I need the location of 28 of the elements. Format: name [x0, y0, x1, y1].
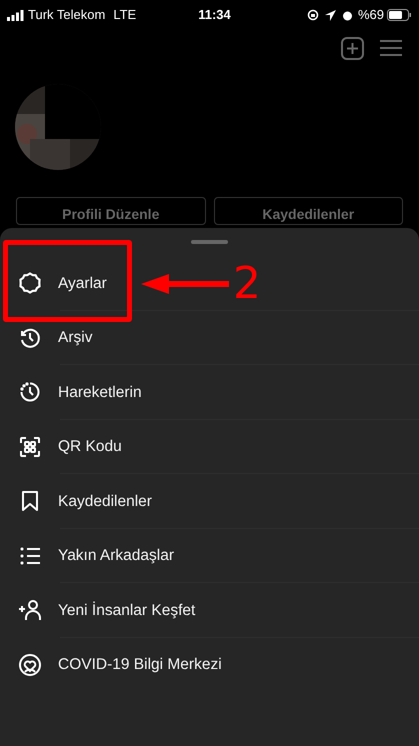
add-post-icon[interactable] [341, 36, 364, 60]
arrow-icon [141, 272, 231, 296]
menu-item[interactable]: Hareketlerin [58, 380, 142, 404]
profile-button[interactable]: Profili Düzenle [16, 197, 206, 225]
clock-time: 11:34 [198, 6, 231, 24]
menu-item[interactable]: Yeni İnsanlar Keşfet [58, 598, 196, 622]
menu-item[interactable]: QR Kodu [58, 435, 122, 458]
menu-item[interactable]: Yakın Arkadaşlar [58, 544, 174, 568]
battery-percent: %69 [358, 6, 384, 24]
heart-circle-icon [18, 652, 42, 677]
menu-icon[interactable] [380, 39, 402, 57]
location-icon [324, 10, 336, 20]
qr-code-icon [18, 434, 42, 459]
menu-item[interactable]: COVID-19 Bilgi Merkezi [58, 653, 222, 676]
network-type: LTE [113, 6, 136, 24]
signal-icon [7, 10, 24, 20]
profile-button[interactable]: Kaydedilenler [214, 197, 403, 225]
menu-item[interactable]: Ayarlar [58, 272, 107, 295]
step-number: 2 [233, 262, 261, 306]
gear-icon [18, 271, 42, 296]
battery-icon [387, 9, 412, 21]
clock-icon [18, 380, 42, 404]
menu-item[interactable]: Kaydedilenler [58, 490, 152, 513]
carrier-name: Turk Telekom [28, 6, 106, 24]
sheet-handle[interactable] [191, 240, 228, 244]
add-person-icon [18, 598, 42, 622]
rotation-lock-icon [306, 9, 319, 21]
menu-item[interactable]: Arşiv [58, 326, 92, 350]
